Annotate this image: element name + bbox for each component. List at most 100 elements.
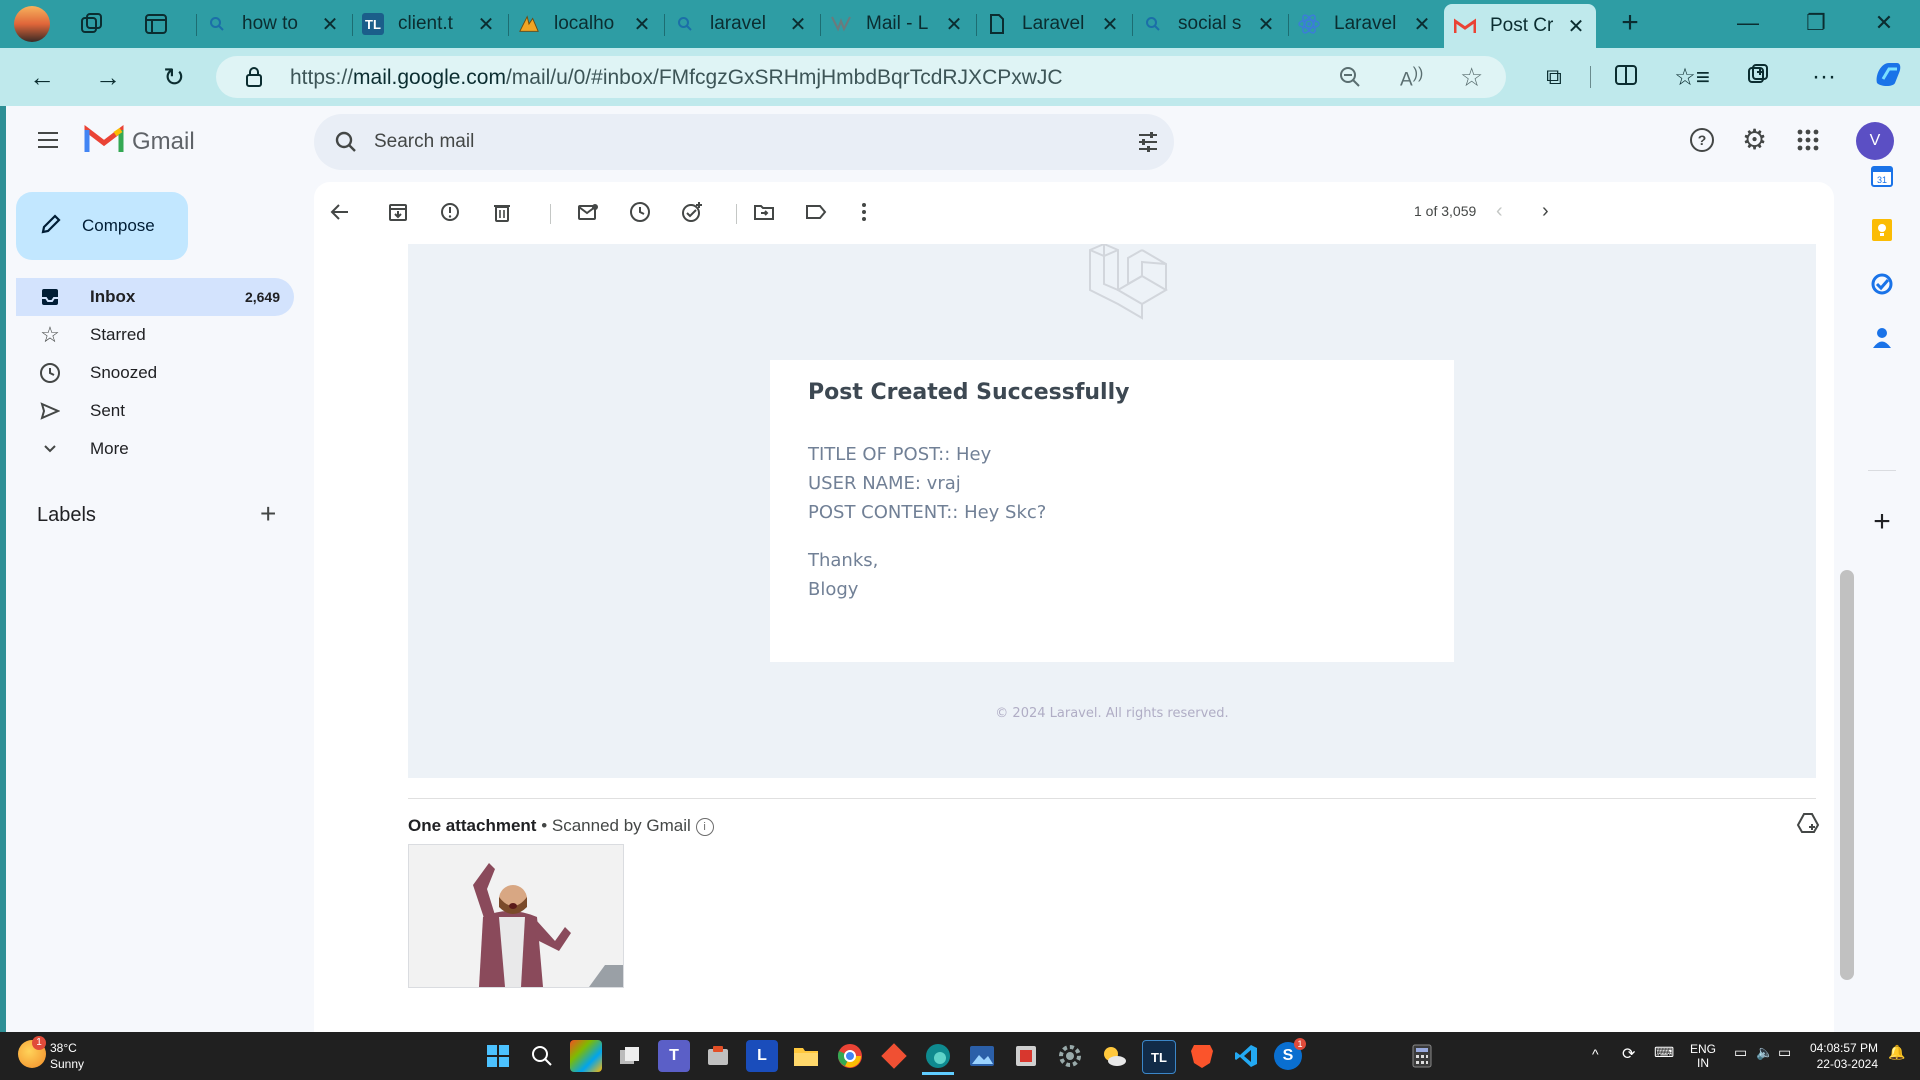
search-icon[interactable]: [334, 130, 358, 159]
volume-icon[interactable]: 🔈: [1756, 1044, 1773, 1061]
snooze-clock-icon[interactable]: [622, 194, 658, 230]
get-addons-plus-icon[interactable]: +: [1862, 502, 1902, 542]
start-windows-icon[interactable]: [482, 1040, 514, 1072]
copilot-taskbar-icon[interactable]: [570, 1040, 602, 1072]
label-tag-icon[interactable]: [798, 194, 834, 230]
new-tab-button[interactable]: +: [1600, 0, 1660, 46]
compose-button[interactable]: Compose: [16, 192, 188, 260]
lock-icon[interactable]: [244, 66, 264, 93]
clock-area[interactable]: 04:08:57 PM 22-03-2024: [1806, 1040, 1878, 1072]
taskbar-search-icon[interactable]: [526, 1040, 558, 1072]
copilot-button[interactable]: [1868, 57, 1908, 97]
close-tab-icon[interactable]: ✕: [1412, 12, 1432, 37]
tab-how-to[interactable]: how to ✕: [196, 6, 350, 42]
close-tab-icon[interactable]: ✕: [1256, 12, 1276, 37]
settings-gear-taskbar-icon[interactable]: [1054, 1040, 1086, 1072]
minimize-button[interactable]: —: [1718, 0, 1778, 46]
sidebar-item-more[interactable]: More: [16, 430, 294, 468]
close-tab-icon[interactable]: ✕: [788, 12, 808, 37]
show-hidden-icons-chevron-icon[interactable]: ^: [1592, 1046, 1599, 1062]
tab-client[interactable]: TL client.t ✕: [352, 6, 506, 42]
sidebar-item-sent[interactable]: Sent: [16, 392, 294, 430]
info-icon[interactable]: i: [695, 817, 714, 836]
git-icon[interactable]: [878, 1040, 910, 1072]
vscode-icon[interactable]: [1230, 1040, 1262, 1072]
tasks-icon[interactable]: [1862, 264, 1902, 304]
calculator-icon[interactable]: [1406, 1040, 1438, 1072]
scrollbar-thumb[interactable]: [1840, 570, 1854, 980]
file-explorer-icon[interactable]: [790, 1040, 822, 1072]
report-spam-icon[interactable]: [432, 194, 468, 230]
back-to-inbox-icon[interactable]: [322, 194, 358, 230]
extensions-button[interactable]: ⧉: [1534, 57, 1574, 97]
close-tab-icon[interactable]: ✕: [1100, 12, 1120, 37]
weather-temp[interactable]: 38°C: [50, 1041, 77, 1055]
close-tab-icon[interactable]: ✕: [1566, 14, 1586, 39]
photos-icon[interactable]: [966, 1040, 998, 1072]
network-icon[interactable]: ▭: [1734, 1044, 1747, 1061]
delete-trash-icon[interactable]: [484, 194, 520, 230]
more-vertical-icon[interactable]: [846, 194, 882, 230]
create-label-plus-icon[interactable]: +: [260, 498, 276, 530]
google-apps-icon[interactable]: [1796, 128, 1820, 157]
snipping-icon[interactable]: [1010, 1040, 1042, 1072]
keyboard-icon[interactable]: ⌨: [1654, 1044, 1674, 1061]
sidebar-item-inbox[interactable]: Inbox 2,649: [16, 278, 294, 316]
tab-social[interactable]: social s ✕: [1132, 6, 1286, 42]
attachment-thumbnail[interactable]: [408, 844, 624, 988]
search-options-icon[interactable]: [1136, 130, 1160, 159]
move-to-icon[interactable]: [746, 194, 782, 230]
main-menu-icon[interactable]: [36, 130, 64, 152]
tab-laravel-search[interactable]: laravel ✕: [664, 6, 818, 42]
refresh-button[interactable]: ↻: [154, 57, 194, 97]
tab-laravel-react[interactable]: Laravel ✕: [1288, 6, 1442, 42]
tab-localhost[interactable]: localho ✕: [508, 6, 662, 42]
weather-app-icon[interactable]: [1098, 1040, 1130, 1072]
sidebar-item-starred[interactable]: ☆ Starred: [16, 316, 294, 354]
search-input[interactable]: Search mail: [374, 131, 474, 153]
sidebar-item-snoozed[interactable]: Snoozed: [16, 354, 294, 392]
older-chevron-right-icon[interactable]: ›: [1542, 200, 1549, 223]
edge-icon[interactable]: [922, 1040, 954, 1075]
split-screen-button[interactable]: [1606, 57, 1646, 97]
close-tab-icon[interactable]: ✕: [476, 12, 496, 37]
launcher-l-icon[interactable]: L: [746, 1040, 778, 1072]
close-window-button[interactable]: ✕: [1854, 0, 1914, 46]
address-bar[interactable]: https://mail.google.com/mail/u/0/#inbox/…: [216, 56, 1506, 98]
settings-more-button[interactable]: ···: [1804, 57, 1844, 97]
search-bar[interactable]: Search mail: [314, 114, 1174, 170]
gmail-brand[interactable]: Gmail: [132, 128, 195, 156]
close-tab-icon[interactable]: ✕: [632, 12, 652, 37]
restore-button[interactable]: ❐: [1786, 0, 1846, 46]
close-tab-icon[interactable]: ✕: [320, 12, 340, 37]
task-view-icon[interactable]: [614, 1040, 646, 1072]
tab-post-created[interactable]: Post Cr ✕: [1444, 4, 1596, 48]
calendar-icon[interactable]: 31: [1862, 156, 1902, 196]
tab-actions-icon[interactable]: [142, 10, 170, 38]
save-to-drive-icon[interactable]: [1796, 812, 1820, 839]
brave-icon[interactable]: [1186, 1040, 1218, 1072]
newer-chevron-left-icon[interactable]: ‹: [1496, 200, 1503, 223]
read-aloud-icon[interactable]: A)): [1400, 65, 1423, 91]
keep-icon[interactable]: [1862, 210, 1902, 250]
favorites-button[interactable]: ☆≡: [1672, 57, 1712, 97]
weather-desc[interactable]: Sunny: [50, 1057, 84, 1071]
teams-icon[interactable]: T: [658, 1040, 690, 1072]
notification-bell-icon[interactable]: 🔔: [1888, 1044, 1905, 1061]
sync-icon[interactable]: ⟳: [1622, 1044, 1635, 1064]
account-avatar[interactable]: V: [1856, 122, 1894, 160]
language-indicator[interactable]: ENG IN: [1690, 1042, 1716, 1070]
tab-laravel-doc[interactable]: Laravel ✕: [976, 6, 1130, 42]
gmail-logo-icon[interactable]: [84, 124, 124, 154]
help-icon[interactable]: ?: [1688, 126, 1716, 159]
add-to-tasks-icon[interactable]: [674, 194, 710, 230]
tl-app-icon[interactable]: TL: [1142, 1040, 1176, 1074]
settings-gear-icon[interactable]: ⚙: [1742, 126, 1767, 154]
archive-icon[interactable]: [380, 194, 416, 230]
app-icon-puzzle[interactable]: [702, 1040, 734, 1072]
close-tab-icon[interactable]: ✕: [944, 12, 964, 37]
chrome-icon[interactable]: [834, 1040, 866, 1072]
zoom-icon[interactable]: [1338, 65, 1362, 94]
back-button[interactable]: ←: [22, 57, 62, 97]
favorite-star-icon[interactable]: ☆: [1460, 62, 1483, 93]
